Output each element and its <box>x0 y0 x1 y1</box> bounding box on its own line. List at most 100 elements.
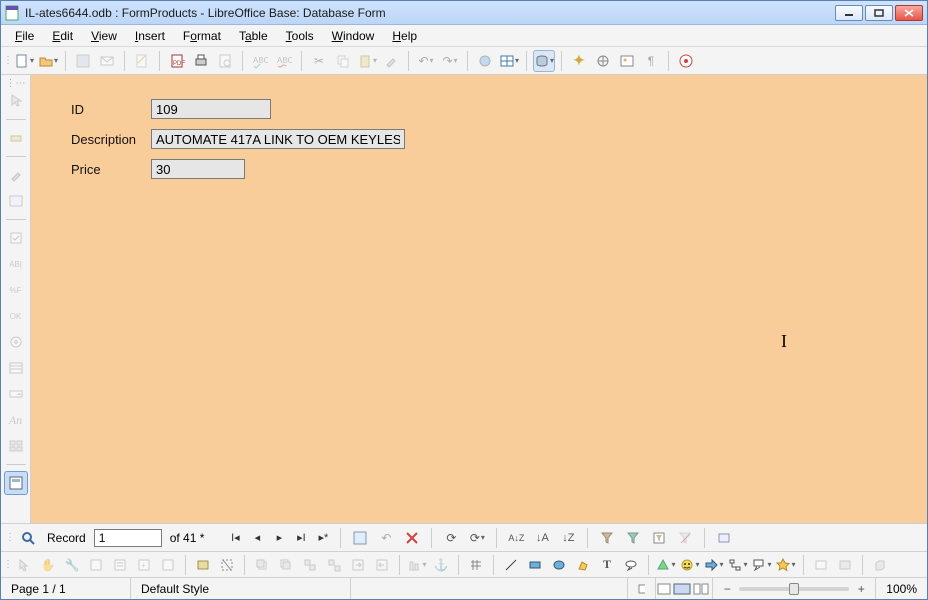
print-button[interactable] <box>190 50 212 72</box>
auto-spellcheck-button[interactable]: ABC <box>273 50 295 72</box>
next-record-button[interactable]: ▸ <box>270 529 288 547</box>
save-record-button[interactable] <box>349 527 371 549</box>
zoom-button[interactable]: ¶ <box>640 50 662 72</box>
status-insert-mode[interactable] <box>628 578 656 599</box>
text-tool[interactable]: T <box>596 554 618 576</box>
copy-button[interactable] <box>332 50 354 72</box>
toolbar-grip[interactable]: ⋯ <box>6 79 26 87</box>
gallery-button[interactable] <box>616 50 638 72</box>
redo-button[interactable]: ↷▾ <box>439 50 461 72</box>
block-arrows-button[interactable]: ▾ <box>703 554 725 576</box>
select-object-tool[interactable] <box>13 554 35 576</box>
apply-filter-button[interactable] <box>622 527 644 549</box>
select-tool[interactable] <box>4 89 28 113</box>
control-properties-button[interactable] <box>4 163 28 187</box>
from-file-button[interactable] <box>834 554 856 576</box>
status-style[interactable]: Default Style <box>131 578 351 599</box>
listbox-tool[interactable] <box>4 356 28 380</box>
refresh-control-button[interactable]: ⟳▾ <box>466 527 488 549</box>
remove-filter-button[interactable] <box>674 527 696 549</box>
ungroup-button[interactable] <box>323 554 345 576</box>
position-size-tool[interactable] <box>85 554 107 576</box>
form-navigator-button[interactable] <box>109 554 131 576</box>
record-number-input[interactable] <box>94 529 162 547</box>
data-to-text-button[interactable] <box>713 527 735 549</box>
menu-edit[interactable]: Edit <box>44 27 81 45</box>
close-button[interactable] <box>895 5 923 21</box>
flowchart-button[interactable]: ▾ <box>727 554 749 576</box>
toolbar-grip[interactable] <box>5 51 11 71</box>
polygon-tool[interactable] <box>572 554 594 576</box>
minimize-button[interactable] <box>835 5 863 21</box>
cut-button[interactable]: ✂ <box>308 50 330 72</box>
first-record-button[interactable]: I◂ <box>226 529 244 547</box>
extrusion-button[interactable] <box>869 554 891 576</box>
paste-button[interactable]: ▾ <box>356 50 378 72</box>
wrench-tool[interactable]: 🔧 <box>61 554 83 576</box>
zoom-slider[interactable]: − + <box>713 582 875 596</box>
sort-desc-button[interactable]: ↓Z <box>557 527 579 549</box>
help-button[interactable] <box>675 50 697 72</box>
formatted-field-tool[interactable]: %F <box>4 278 28 302</box>
add-field-button[interactable]: + <box>133 554 155 576</box>
insert-table-button[interactable]: ▾ <box>498 50 520 72</box>
save-button[interactable] <box>72 50 94 72</box>
data-sources-button[interactable]: ▾ <box>533 50 555 72</box>
menu-help[interactable]: Help <box>384 27 425 45</box>
textbox-tool[interactable]: AB| <box>4 252 28 276</box>
auto-control-focus-button[interactable] <box>216 554 238 576</box>
menu-insert[interactable]: Insert <box>127 27 173 45</box>
stars-button[interactable]: ▾ <box>775 554 797 576</box>
callouts-button[interactable]: ▾ <box>751 554 773 576</box>
more-controls-button[interactable] <box>4 434 28 458</box>
find-record-button[interactable] <box>17 527 39 549</box>
zoom-in-button[interactable]: + <box>855 582 867 596</box>
status-view-layout[interactable] <box>656 578 713 599</box>
label-tool[interactable]: An <box>4 408 28 432</box>
combobox-tool[interactable] <box>4 382 28 406</box>
fontwork-button[interactable] <box>810 554 832 576</box>
menu-window[interactable]: Window <box>324 27 383 45</box>
refresh-button[interactable]: ⟳ <box>440 527 462 549</box>
menu-tools[interactable]: Tools <box>278 27 322 45</box>
checkbox-tool[interactable] <box>4 226 28 250</box>
prev-record-button[interactable]: ◂ <box>248 529 266 547</box>
menu-format[interactable]: Format <box>175 27 229 45</box>
bring-to-front-button[interactable] <box>251 554 273 576</box>
navigator-button[interactable] <box>592 50 614 72</box>
form-filter-button[interactable] <box>648 527 670 549</box>
menu-view[interactable]: View <box>83 27 125 45</box>
field-id[interactable] <box>151 99 271 119</box>
format-paintbrush-button[interactable] <box>380 50 402 72</box>
enter-group-button[interactable] <box>347 554 369 576</box>
open-button[interactable]: ▾ <box>37 50 59 72</box>
form-design-button[interactable] <box>4 471 28 495</box>
last-record-button[interactable]: ▸I <box>292 529 310 547</box>
rectangle-tool[interactable] <box>524 554 546 576</box>
menu-table[interactable]: Table <box>231 27 276 45</box>
hand-tool[interactable]: ✋ <box>37 554 59 576</box>
menu-file[interactable]: File <box>7 27 42 45</box>
send-to-back-button[interactable] <box>275 554 297 576</box>
field-description[interactable] <box>151 129 405 149</box>
activation-order-button[interactable] <box>157 554 179 576</box>
zoom-value[interactable]: 100% <box>875 578 927 599</box>
basic-shapes-button[interactable]: ▾ <box>655 554 677 576</box>
line-tool[interactable] <box>500 554 522 576</box>
zoom-knob[interactable] <box>789 583 799 595</box>
print-preview-button[interactable] <box>214 50 236 72</box>
anchor-button[interactable]: ⚓ <box>430 554 452 576</box>
undo-button[interactable]: ↶▾ <box>415 50 437 72</box>
edit-file-button[interactable] <box>131 50 153 72</box>
design-mode-toggle[interactable] <box>4 126 28 150</box>
sort-button[interactable]: A↓Z <box>505 527 527 549</box>
maximize-button[interactable] <box>865 5 893 21</box>
align-button[interactable]: ▾ <box>406 554 428 576</box>
nonprinting-chars-button[interactable]: ✦ <box>568 50 590 72</box>
ellipse-tool[interactable] <box>548 554 570 576</box>
autofilter-button[interactable] <box>596 527 618 549</box>
sort-asc-button[interactable]: ↓A <box>531 527 553 549</box>
export-pdf-button[interactable]: PDF <box>166 50 188 72</box>
spellcheck-button[interactable]: ABC <box>249 50 271 72</box>
exit-group-button[interactable] <box>371 554 393 576</box>
